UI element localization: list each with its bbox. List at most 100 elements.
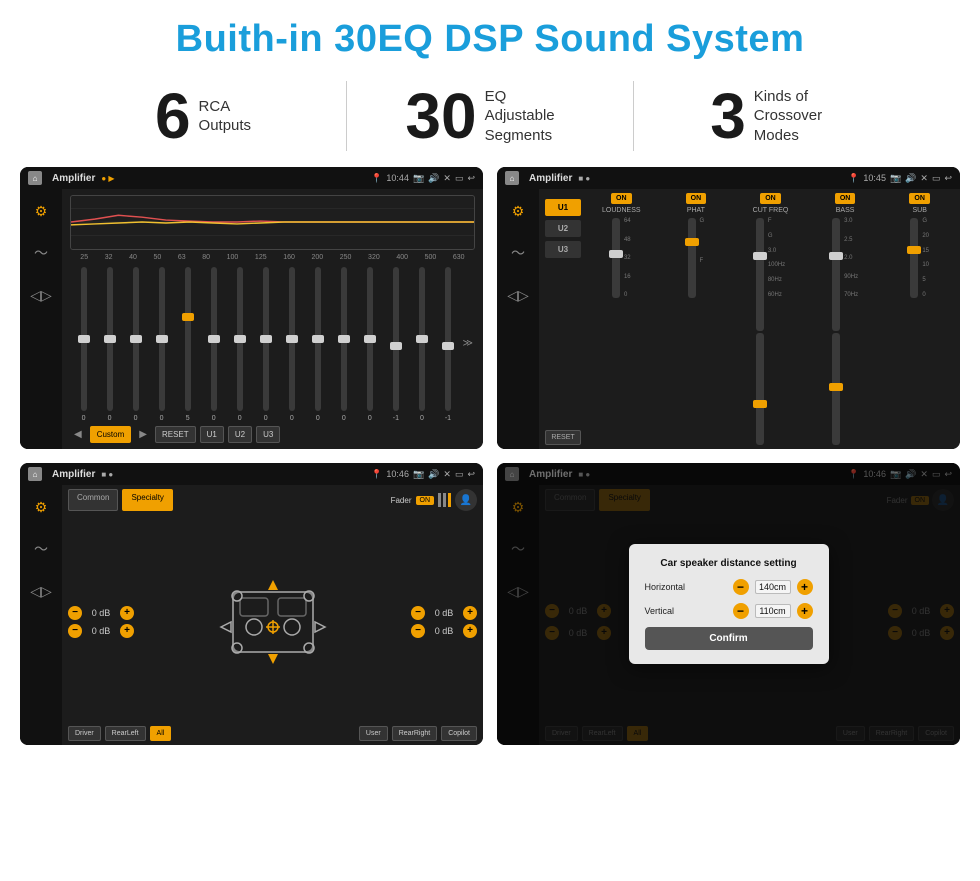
fader-bar-2	[443, 493, 446, 507]
preset-u1-btn[interactable]: U1	[545, 199, 581, 216]
eq-slider-0[interactable]: 0	[72, 265, 95, 422]
cutfreq-slider1[interactable]	[756, 218, 764, 331]
home-icon-crossover[interactable]: ⌂	[505, 171, 519, 185]
rr-plus-btn[interactable]: +	[463, 624, 477, 638]
app-title-eq: Amplifier	[52, 173, 95, 184]
sidebar-eq3-icon[interactable]: ⚙	[27, 493, 55, 521]
home-icon-eq[interactable]: ⌂	[28, 171, 42, 185]
rearleft-btn[interactable]: RearLeft	[105, 726, 146, 741]
fl-plus-btn[interactable]: +	[120, 606, 134, 620]
right-db-col: − 0 dB + − 0 dB +	[411, 517, 477, 726]
dialog-overlay: Car speaker distance setting Horizontal …	[497, 463, 960, 745]
ctrl-loudness: ON LOUDNESS 6448 3216 0	[587, 193, 656, 445]
horizontal-plus-btn[interactable]: +	[797, 579, 813, 595]
sidebar-eq-icon[interactable]: ⚙	[27, 197, 55, 225]
screen-eq: ⌂ Amplifier ● ▶ 📍 10:44 📷 🔊 ✕ ▭ ↩ ⚙ 〜 ◁▷	[20, 167, 483, 449]
fl-db-control: − 0 dB +	[68, 606, 134, 620]
fr-minus-btn[interactable]: −	[411, 606, 425, 620]
bass-slider1[interactable]	[832, 218, 840, 331]
rl-minus-btn[interactable]: −	[68, 624, 82, 638]
back-icon-crossover: ↩	[944, 173, 952, 184]
eq-slider-8[interactable]: 0	[280, 265, 303, 422]
stat-number-crossover: 3	[710, 84, 746, 148]
camera-icon-crossover: 📷	[890, 173, 901, 184]
common-tab[interactable]: Common	[68, 489, 118, 511]
tab-row: Common Specialty Fader ON 👤	[68, 489, 477, 511]
fr-plus-btn[interactable]: +	[463, 606, 477, 620]
location-icon-eq: 📍	[371, 173, 382, 184]
fader-toggle[interactable]: ON	[416, 496, 435, 505]
loudness-slider[interactable]	[612, 218, 620, 298]
phat-label: PHAT	[687, 207, 705, 214]
sub-slider[interactable]	[910, 218, 918, 298]
car-diagram-area	[138, 517, 407, 726]
fader-controls: Fader ON 👤	[391, 489, 477, 511]
fader-slider	[438, 493, 451, 507]
sidebar-vol-icon[interactable]: ◁▷	[27, 281, 55, 309]
settings-icon[interactable]: 👤	[455, 489, 477, 511]
eq-slider-11[interactable]: 0	[358, 265, 381, 422]
driver-btn[interactable]: Driver	[68, 726, 101, 741]
cutfreq-slider2[interactable]	[756, 333, 764, 446]
next-arrow[interactable]: ▶	[135, 427, 151, 442]
vertical-minus-btn[interactable]: −	[733, 603, 749, 619]
sidebar-eq2-icon[interactable]: ⚙	[504, 197, 532, 225]
fl-minus-btn[interactable]: −	[68, 606, 82, 620]
cutfreq-toggle[interactable]: ON	[760, 193, 781, 204]
eq-slider-10[interactable]: 0	[332, 265, 355, 422]
rr-minus-btn[interactable]: −	[411, 624, 425, 638]
sidebar-wave2-icon[interactable]: 〜	[504, 239, 532, 267]
sidebar-wave3-icon[interactable]: 〜	[27, 535, 55, 563]
rect-icon-crossover: ▭	[932, 173, 941, 184]
time-fader: 10:46	[386, 469, 409, 480]
more-arrow[interactable]: ≫	[462, 338, 472, 349]
eq-slider-4[interactable]: 5	[176, 265, 199, 422]
reset-crossover-btn[interactable]: RESET	[545, 430, 581, 445]
x-icon-eq: ✕	[443, 173, 451, 184]
reset-btn[interactable]: RESET	[155, 426, 196, 443]
home-icon-fader[interactable]: ⌂	[28, 467, 42, 481]
loudness-toggle[interactable]: ON	[611, 193, 632, 204]
eq-slider-3[interactable]: 0	[150, 265, 173, 422]
copilot-btn[interactable]: Copilot	[441, 726, 477, 741]
u3-btn[interactable]: U3	[256, 426, 280, 443]
phat-toggle[interactable]: ON	[686, 193, 707, 204]
sidebar-vol2-icon[interactable]: ◁▷	[504, 281, 532, 309]
confirm-button[interactable]: Confirm	[645, 627, 813, 650]
u1-btn[interactable]: U1	[200, 426, 224, 443]
crossover-controls: ON LOUDNESS 6448 3216 0	[587, 193, 954, 445]
eq-slider-7[interactable]: 0	[254, 265, 277, 422]
horizontal-minus-btn[interactable]: −	[733, 579, 749, 595]
vertical-value: 110cm	[755, 604, 791, 618]
eq-slider-1[interactable]: 0	[98, 265, 121, 422]
rearright-btn[interactable]: RearRight	[392, 726, 438, 741]
custom-preset-btn[interactable]: Custom	[90, 426, 132, 443]
eq-slider-6[interactable]: 0	[228, 265, 251, 422]
all-btn[interactable]: All	[150, 726, 172, 741]
rl-plus-btn[interactable]: +	[120, 624, 134, 638]
bass-slider2[interactable]	[832, 333, 840, 446]
phat-slider[interactable]	[688, 218, 696, 298]
sidebar-wave-icon[interactable]: 〜	[27, 239, 55, 267]
sidebar-vol3-icon[interactable]: ◁▷	[27, 577, 55, 605]
bass-toggle[interactable]: ON	[835, 193, 856, 204]
horizontal-value: 140cm	[755, 580, 791, 594]
stat-crossover: 3 Kinds ofCrossover Modes	[634, 84, 920, 148]
eq-slider-13[interactable]: 0	[410, 265, 433, 422]
preset-u3-btn[interactable]: U3	[545, 241, 581, 258]
specialty-tab[interactable]: Specialty	[122, 489, 172, 511]
eq-slider-12[interactable]: -1	[384, 265, 407, 422]
eq-slider-2[interactable]: 0	[124, 265, 147, 422]
eq-slider-5[interactable]: 0	[202, 265, 225, 422]
fader-main: Common Specialty Fader ON 👤	[62, 485, 483, 745]
vertical-plus-btn[interactable]: +	[797, 603, 813, 619]
user-btn[interactable]: User	[359, 726, 388, 741]
u2-btn[interactable]: U2	[228, 426, 252, 443]
screen-content-fader: ⚙ 〜 ◁▷ Common Specialty Fader ON	[20, 485, 483, 745]
preset-u2-btn[interactable]: U2	[545, 220, 581, 237]
eq-slider-14[interactable]: -1	[436, 265, 459, 422]
cutfreq-nums: FG 3.0100Hz 80Hz60Hz	[768, 218, 785, 298]
eq-slider-9[interactable]: 0	[306, 265, 329, 422]
sub-toggle[interactable]: ON	[909, 193, 930, 204]
prev-arrow[interactable]: ◀	[70, 427, 86, 442]
